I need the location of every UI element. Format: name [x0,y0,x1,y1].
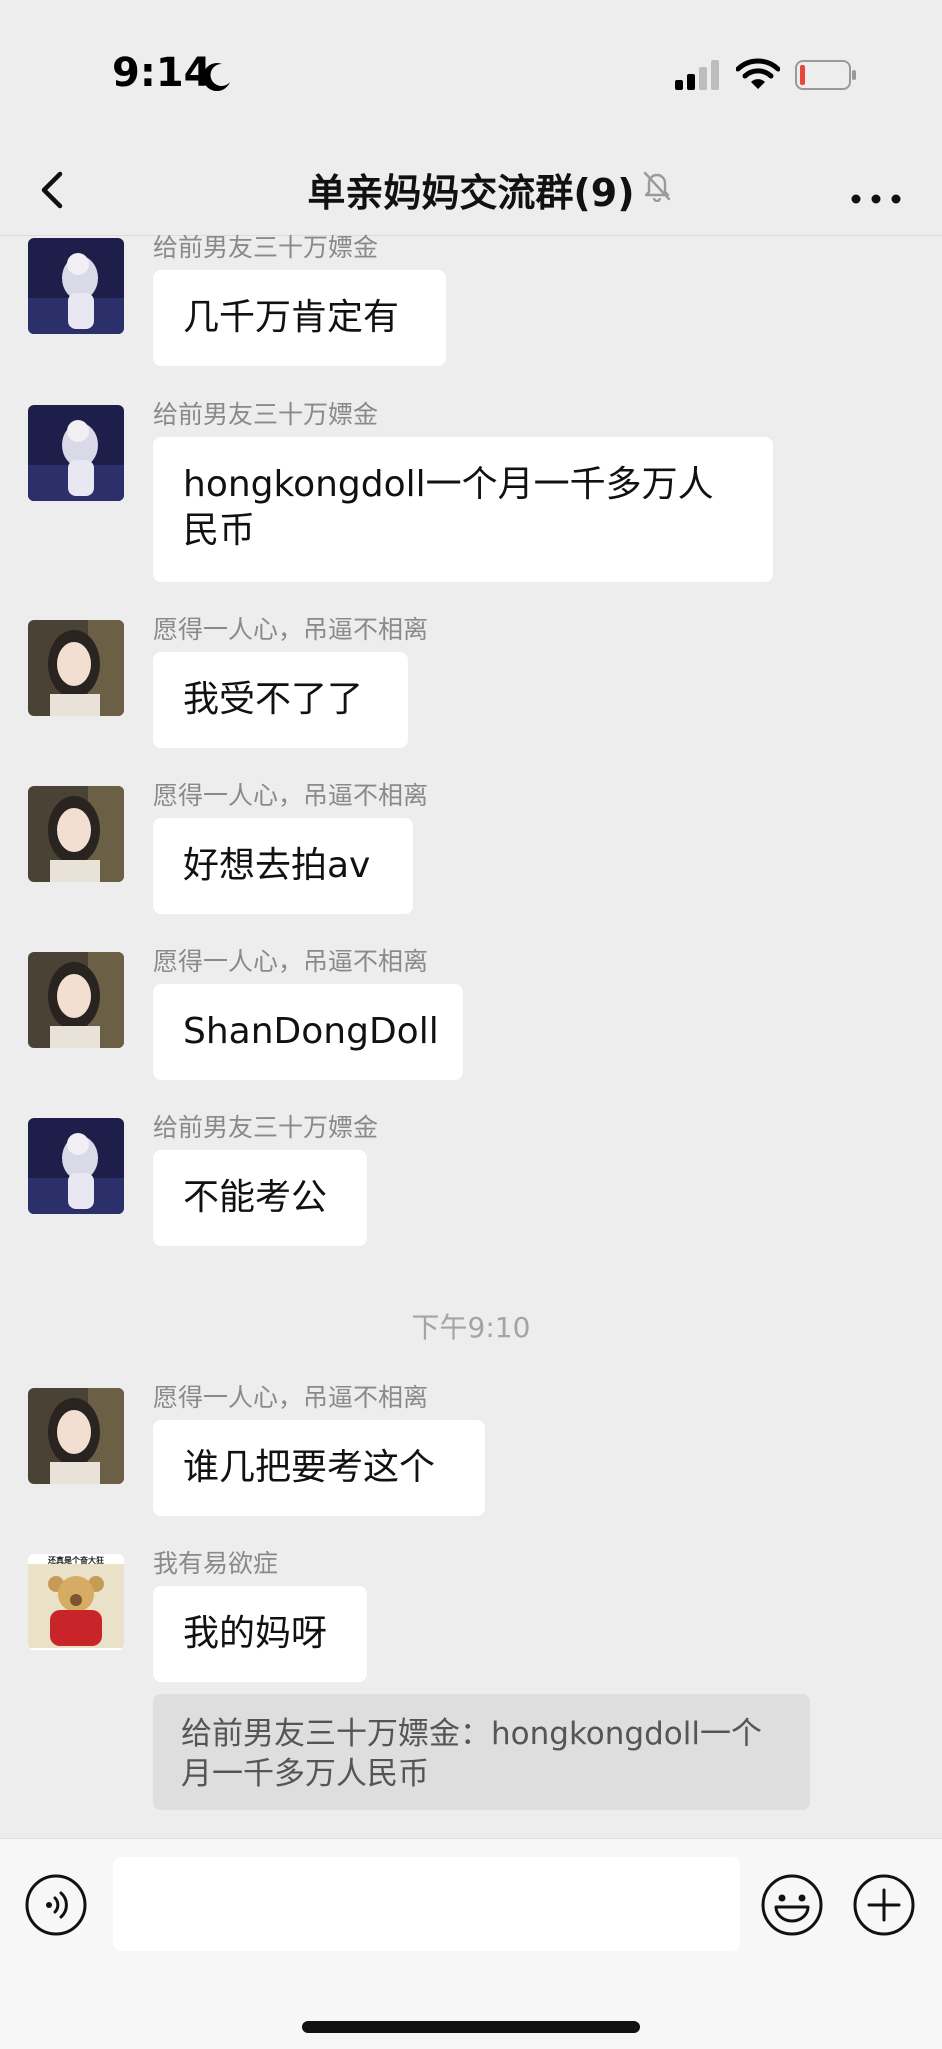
more-actions-button[interactable] [852,1873,916,1941]
cellular-signal-icon [675,60,721,94]
girl-photo-avatar[interactable] [28,620,124,716]
message-text: 我的妈呀 [183,1613,328,1654]
status-bar: 9:14 [0,0,942,150]
voice-icon [25,1874,87,1936]
sender-name: 愿得一人心，吊逼不相离 [153,615,429,644]
ellipsis-icon [851,194,901,204]
message-text: 不能考公 [183,1177,328,1218]
message-text: ShanDongDoll [183,1011,439,1052]
emoji-icon [761,1874,823,1936]
sender-name: 给前男友三十万嫖金 [153,1113,379,1142]
home-indicator[interactable] [302,2021,640,2033]
message-text-line: hongkongdoll一个月一千多万人 [183,464,714,505]
message-text: 好想去拍av [183,845,371,886]
message-bubble[interactable]: 好想去拍av [153,818,413,914]
sender-name: 愿得一人心，吊逼不相离 [153,947,429,976]
message-input[interactable] [113,1857,740,1951]
status-time: 9:14 [112,50,212,96]
girl-photo-avatar[interactable] [28,952,124,1048]
quote-text-line: 给前男友三十万嫖金：hongkongdoll一个 [181,1716,762,1752]
quoted-message[interactable]: 给前男友三十万嫖金：hongkongdoll一个 月一千多万人民币 [153,1694,810,1810]
message-timestamp: 下午9:10 [411,1311,531,1344]
message-bubble[interactable]: hongkongdoll一个月一千多万人 民币 [153,437,773,582]
anime-girl-avatar[interactable] [28,238,124,334]
teddy-bear-avatar[interactable] [28,1554,124,1650]
anime-girl-avatar[interactable] [28,405,124,501]
girl-photo-avatar[interactable] [28,1388,124,1484]
more-options-button[interactable] [846,165,906,215]
message-bubble[interactable]: 我受不了了 [153,652,408,748]
sender-name: 我有易欲症 [153,1549,279,1578]
message-list[interactable]: 给前男友三十万嫖金 几千万肯定有 给前男友三十万嫖金 hongkongdoll一… [0,233,942,1836]
avatar-caption: 还真是个奋大狂 [48,1556,104,1565]
girl-photo-avatar[interactable] [28,786,124,882]
sender-name: 给前男友三十万嫖金 [153,400,379,429]
voice-input-button[interactable] [24,1873,88,1941]
message-bubble[interactable]: 谁几把要考这个 [153,1420,485,1516]
message-bubble[interactable]: 我的妈呀 [153,1586,367,1682]
message-bubble[interactable]: 几千万肯定有 [153,270,446,366]
plus-icon [853,1874,915,1936]
quote-text-line: 月一千多万人民币 [181,1756,429,1792]
chat-title: 单亲妈妈交流群(9) [307,171,635,215]
moon-icon [200,60,234,98]
sender-name: 愿得一人心，吊逼不相离 [153,781,429,810]
anime-girl-avatar[interactable] [28,1118,124,1214]
message-text: 我受不了了 [183,679,364,720]
muted-bell-icon [640,168,674,206]
battery-icon [795,60,857,94]
message-bubble[interactable]: ShanDongDoll [153,984,463,1080]
input-bar [0,1838,942,2049]
nav-bar: 单亲妈妈交流群(9) [0,150,942,236]
emoji-button[interactable] [760,1873,824,1941]
sender-name: 愿得一人心，吊逼不相离 [153,1383,429,1412]
message-text: 谁几把要考这个 [183,1447,436,1488]
message-text: 几千万肯定有 [183,297,400,338]
message-bubble[interactable]: 不能考公 [153,1150,367,1246]
wifi-icon [735,58,781,94]
message-text-line: 民币 [183,510,256,551]
sender-name: 给前男友三十万嫖金 [153,233,379,262]
